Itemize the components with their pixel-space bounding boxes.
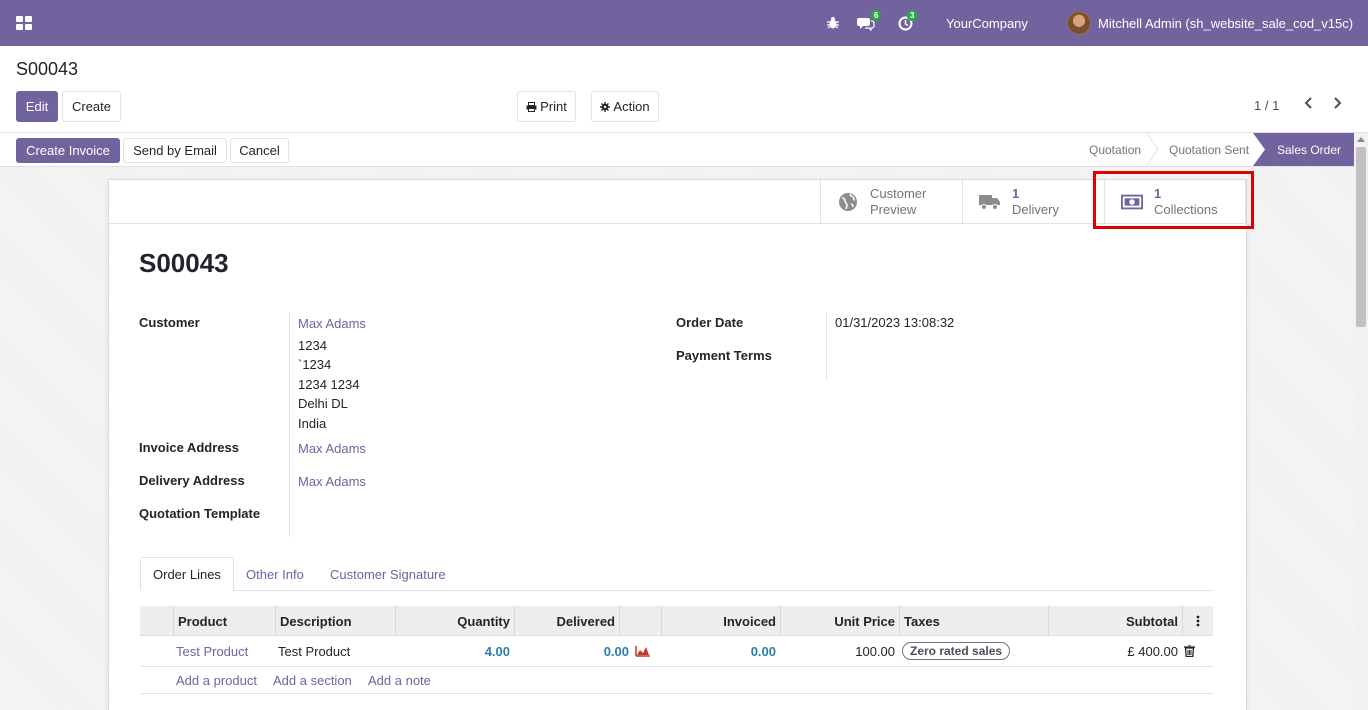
field-separator (826, 313, 827, 379)
row-description: Test Product (278, 643, 351, 659)
chat-icon[interactable] (857, 0, 875, 46)
customer-preview-button[interactable]: Customer Preview (820, 180, 962, 224)
column-quantity[interactable]: Quantity (395, 606, 514, 636)
document-title: S00043 (139, 248, 229, 278)
breadcrumb: S00043 (16, 59, 79, 79)
user-name: Mitchell Admin (sh_website_sale_cod_v15c… (1098, 15, 1354, 31)
create-invoice-button[interactable]: Create Invoice (16, 138, 120, 163)
print-button[interactable]: Print (517, 91, 576, 122)
delivery-button[interactable]: 1 Delivery (962, 180, 1104, 224)
company-switcher[interactable]: YourCompany (946, 0, 1028, 46)
stage-sales-order[interactable]: Sales Order (1253, 133, 1354, 166)
order-lines-header: Product Description Quantity Delivered I… (140, 606, 1213, 636)
column-invoiced[interactable]: Invoiced (661, 606, 780, 636)
column-subtotal[interactable]: Subtotal (1048, 606, 1182, 636)
activities-count-badge: 3 (907, 10, 918, 21)
payment-terms-label: Payment Terms (676, 348, 772, 363)
tab-other-info[interactable]: Other Info (246, 557, 304, 591)
collections-highlight-box (1093, 171, 1254, 229)
field-separator (289, 313, 290, 537)
add-section-link[interactable]: Add a section (273, 673, 352, 688)
column-options-icon[interactable] (1182, 606, 1213, 636)
row-product[interactable]: Test Product (176, 636, 248, 666)
column-forecast (619, 606, 647, 636)
order-date-value: 01/31/2023 13:08:32 (835, 315, 955, 330)
pager-value[interactable]: 1 / 1 (1254, 98, 1279, 113)
row-subtotal: £ 400.00 (1127, 643, 1178, 659)
row-quantity: 4.00 (484, 643, 510, 659)
column-taxes[interactable]: Taxes (899, 606, 1048, 636)
scrollbar[interactable] (1354, 133, 1368, 710)
scroll-up-arrow[interactable] (1357, 137, 1365, 142)
delivery-count: 1 (1012, 186, 1020, 201)
tax-badge: Zero rated sales (902, 642, 1011, 660)
user-menu[interactable]: Mitchell Admin (sh_website_sale_cod_v15c… (1067, 0, 1353, 46)
row-delivered: 0.00 (603, 643, 629, 659)
top-navbar: 6 3 YourCompany Mitchell Admin (sh_websi… (0, 0, 1368, 46)
delivery-label: Delivery (1012, 202, 1059, 217)
tab-order-lines[interactable]: Order Lines (140, 557, 234, 591)
print-icon (526, 101, 537, 112)
print-label: Print (540, 99, 567, 114)
order-date-label: Order Date (676, 315, 744, 330)
chevron-left-icon[interactable] (1303, 96, 1315, 115)
add-line-row: Add a product Add a section Add a note (140, 667, 1213, 694)
customer-preview-line2: Preview (870, 202, 917, 217)
row-taxes: Zero rated sales (902, 636, 1011, 666)
smart-button-box: Customer Preview 1 Delivery 1 Collection… (109, 180, 1246, 224)
edit-button[interactable]: Edit (16, 91, 58, 122)
messages-count-badge: 6 (871, 10, 882, 21)
create-button[interactable]: Create (62, 91, 121, 122)
truck-icon (979, 191, 1001, 213)
address-line: 1234 1234 (298, 377, 360, 392)
cancel-button[interactable]: Cancel (230, 138, 289, 163)
stage-quotation-sent[interactable]: Quotation Sent (1169, 133, 1249, 166)
invoice-address-link[interactable]: Max Adams (298, 441, 366, 456)
action-label: Action (613, 99, 650, 114)
column-unit-price[interactable]: Unit Price (780, 606, 899, 636)
table-row[interactable]: Test Product Test Product 4.00 0.00 0.00… (140, 636, 1213, 667)
customer-preview-line1: Customer (870, 186, 927, 201)
clock-icon[interactable] (898, 0, 913, 46)
forecast-chart-icon[interactable] (635, 636, 651, 666)
address-line: India (298, 416, 327, 431)
customer-label: Customer (139, 315, 200, 330)
tab-customer-signature[interactable]: Customer Signature (330, 557, 446, 591)
stage-quotation[interactable]: Quotation (1089, 133, 1141, 166)
customer-link[interactable]: Max Adams (298, 316, 366, 331)
action-button[interactable]: Action (591, 91, 659, 122)
status-bar: Create Invoice Send by Email Cancel Quot… (0, 132, 1368, 167)
trash-icon[interactable] (1184, 636, 1195, 666)
invoice-address-label: Invoice Address (139, 440, 239, 455)
chevron-right-icon[interactable] (1331, 96, 1343, 115)
quotation-template-label: Quotation Template (139, 506, 261, 521)
address-line: `1234 (298, 357, 332, 372)
gear-icon (600, 101, 611, 112)
add-product-link[interactable]: Add a product (176, 673, 257, 688)
notebook-tabs: Order Lines Other Info Customer Signatur… (140, 557, 1213, 591)
scroll-thumb[interactable] (1356, 147, 1366, 327)
apps-menu-icon[interactable] (16, 16, 32, 30)
address-line: Delhi DL (298, 396, 348, 411)
address-line: 1234 (298, 338, 327, 353)
stage-separator (1253, 133, 1265, 166)
column-product[interactable]: Product (173, 606, 275, 636)
send-by-email-button[interactable]: Send by Email (123, 138, 227, 163)
debug-bug-icon[interactable] (826, 0, 840, 46)
delivery-address-link[interactable]: Max Adams (298, 474, 366, 489)
row-unit-price: 100.00 (855, 643, 895, 659)
stage-separator (1146, 133, 1159, 166)
column-description[interactable]: Description (275, 606, 395, 636)
globe-icon (837, 191, 859, 213)
column-delivered[interactable]: Delivered (514, 606, 619, 636)
row-invoiced: 0.00 (750, 643, 776, 659)
add-note-link[interactable]: Add a note (368, 673, 431, 688)
user-avatar (1067, 11, 1091, 35)
delivery-address-label: Delivery Address (139, 473, 245, 488)
